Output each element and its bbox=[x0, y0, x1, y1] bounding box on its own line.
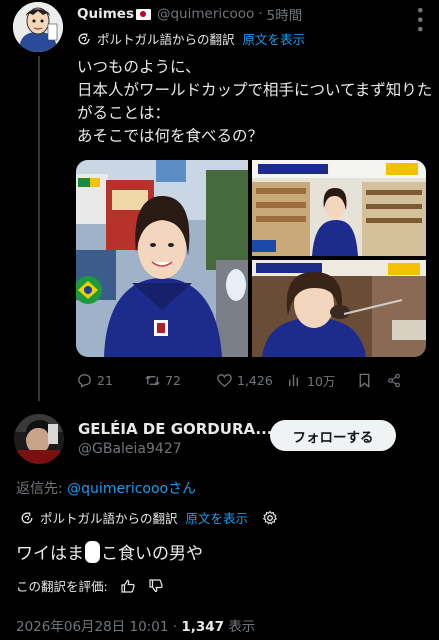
like-count: 1,426 bbox=[237, 372, 273, 388]
like-button[interactable]: 1,426 bbox=[216, 372, 286, 389]
reply-text-end: こ食いの男や bbox=[101, 544, 203, 564]
separator-dot: · bbox=[258, 6, 263, 22]
thumbs-down-icon[interactable] bbox=[148, 578, 164, 594]
reply-text-start: ワイはま bbox=[16, 544, 84, 564]
rate-translation-label: この翻訳を評価: bbox=[16, 579, 108, 594]
tweet-time[interactable]: 5時間 bbox=[267, 4, 303, 24]
reporter-photo bbox=[76, 160, 248, 357]
replying-to: 返信先: @quimericoooさん bbox=[16, 478, 196, 498]
avatar-image bbox=[13, 2, 63, 52]
japan-flag-icon bbox=[135, 8, 151, 20]
reply-to-suffix: さん bbox=[168, 481, 197, 497]
more-options-icon[interactable]: ••• bbox=[411, 5, 430, 33]
eating-photo bbox=[252, 260, 426, 357]
bookmark-icon bbox=[359, 373, 370, 388]
translation-label: ポルトガル語からの翻訳 bbox=[97, 32, 235, 47]
bookmark-button[interactable] bbox=[356, 372, 386, 389]
reply-avatar[interactable] bbox=[14, 414, 64, 464]
share-button[interactable] bbox=[386, 372, 406, 389]
reply-date[interactable]: 2026年06月28日 10:01 bbox=[16, 619, 168, 635]
reply-to-mention[interactable]: @quimericooo bbox=[67, 481, 168, 497]
reply-to-prefix: 返信先: bbox=[16, 481, 68, 497]
reply-author-name[interactable]: GELÉIA DE GORDURA... bbox=[78, 420, 272, 438]
author-handle[interactable]: @quimericooo bbox=[157, 6, 254, 22]
author-name[interactable]: Quimes bbox=[77, 6, 134, 22]
follow-button[interactable]: フォローする bbox=[270, 420, 396, 451]
censor-blob bbox=[85, 540, 100, 563]
reply-author-handle[interactable]: @GBaleia9427 bbox=[78, 441, 182, 457]
reply-translation-notice: ポルトガル語からの翻訳 原文を表示 bbox=[20, 508, 278, 527]
views-chart-icon bbox=[289, 374, 299, 386]
reply-show-original-link[interactable]: 原文を表示 bbox=[186, 508, 249, 527]
media-grid[interactable] bbox=[76, 160, 426, 357]
retweet-button[interactable]: 72 bbox=[144, 372, 216, 389]
avatar[interactable] bbox=[13, 2, 63, 52]
reply-avatar-image bbox=[14, 414, 64, 464]
views-count: 10万 bbox=[307, 373, 336, 389]
tweet-header: Quimes @quimericooo · 5時間 ••• bbox=[77, 4, 430, 33]
reply-icon bbox=[78, 373, 91, 388]
media-image-store[interactable] bbox=[252, 160, 426, 256]
thumbs-up-icon[interactable] bbox=[120, 578, 136, 594]
reply-button[interactable]: 21 bbox=[76, 372, 144, 389]
media-image-eating[interactable] bbox=[252, 260, 426, 357]
reply-count: 21 bbox=[97, 372, 113, 388]
meta-separator: · bbox=[172, 619, 178, 635]
store-photo bbox=[252, 160, 426, 256]
translate-icon bbox=[78, 33, 90, 44]
thread-line bbox=[38, 56, 40, 401]
views-button[interactable]: 10万 bbox=[286, 371, 356, 390]
gear-icon[interactable] bbox=[262, 510, 278, 526]
retweet-icon bbox=[145, 375, 160, 385]
heart-icon bbox=[217, 373, 232, 387]
reply-translation-label: ポルトガル語からの翻訳 bbox=[40, 511, 178, 526]
translation-notice: ポルトガル語からの翻訳 原文を表示 bbox=[77, 29, 305, 48]
tweet-text: いつものように、 日本人がワールドカップで相手についてまず知りたがることは： あ… bbox=[77, 58, 433, 145]
share-icon bbox=[388, 373, 400, 387]
show-original-link[interactable]: 原文を表示 bbox=[243, 29, 306, 48]
translate-icon bbox=[21, 512, 33, 523]
reply-text: ワイはま こ食いの男や bbox=[16, 539, 203, 564]
rate-translation: この翻訳を評価: bbox=[16, 576, 164, 595]
media-image-reporter[interactable] bbox=[76, 160, 248, 357]
reply-views-label: 表示 bbox=[228, 619, 256, 635]
reply-views-count: 1,347 bbox=[181, 619, 225, 635]
reply-meta: 2026年06月28日 10:01 · 1,347 表示 bbox=[16, 615, 255, 635]
tweet-actions: 21 72 1,426 10万 bbox=[76, 369, 420, 391]
retweet-count: 72 bbox=[165, 372, 181, 388]
